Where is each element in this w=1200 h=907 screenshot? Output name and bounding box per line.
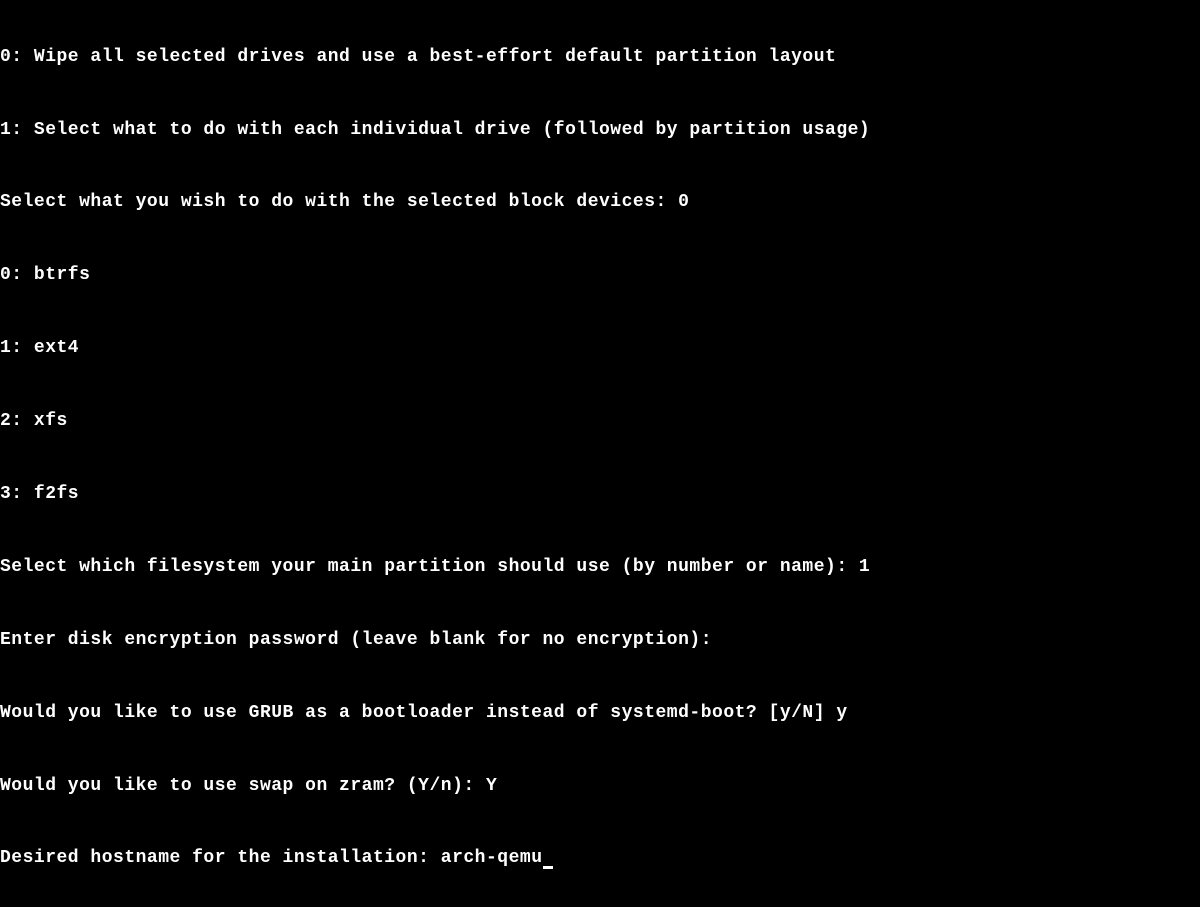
terminal-line-fs-select: Select which filesystem your main partit…: [0, 555, 1200, 579]
terminal-line-option-individual: 1: Select what to do with each individua…: [0, 118, 1200, 142]
terminal-line-fs-f2fs: 3: f2fs: [0, 482, 1200, 506]
terminal-line-fs-ext4: 1: ext4: [0, 336, 1200, 360]
terminal-line-zram-prompt: Would you like to use swap on zram? (Y/n…: [0, 774, 1200, 798]
terminal-output[interactable]: 0: BlockDevice(/run/archiso/bootmnt/arch…: [0, 0, 1200, 895]
terminal-prompt-text: Desired hostname for the installation:: [0, 848, 441, 868]
terminal-line-fs-xfs: 2: xfs: [0, 409, 1200, 433]
terminal-line-block-devices-select: Select what you wish to do with the sele…: [0, 190, 1200, 214]
terminal-input-text[interactable]: arch-qemu: [441, 848, 543, 868]
terminal-line-option-wipe: 0: Wipe all selected drives and use a be…: [0, 45, 1200, 69]
cursor-icon: [543, 866, 553, 869]
terminal-current-line[interactable]: Desired hostname for the installation: a…: [0, 846, 1200, 870]
terminal-line-grub-prompt: Would you like to use GRUB as a bootload…: [0, 701, 1200, 725]
terminal-line-encryption-prompt: Enter disk encryption password (leave bl…: [0, 628, 1200, 652]
terminal-line-fs-btrfs: 0: btrfs: [0, 263, 1200, 287]
